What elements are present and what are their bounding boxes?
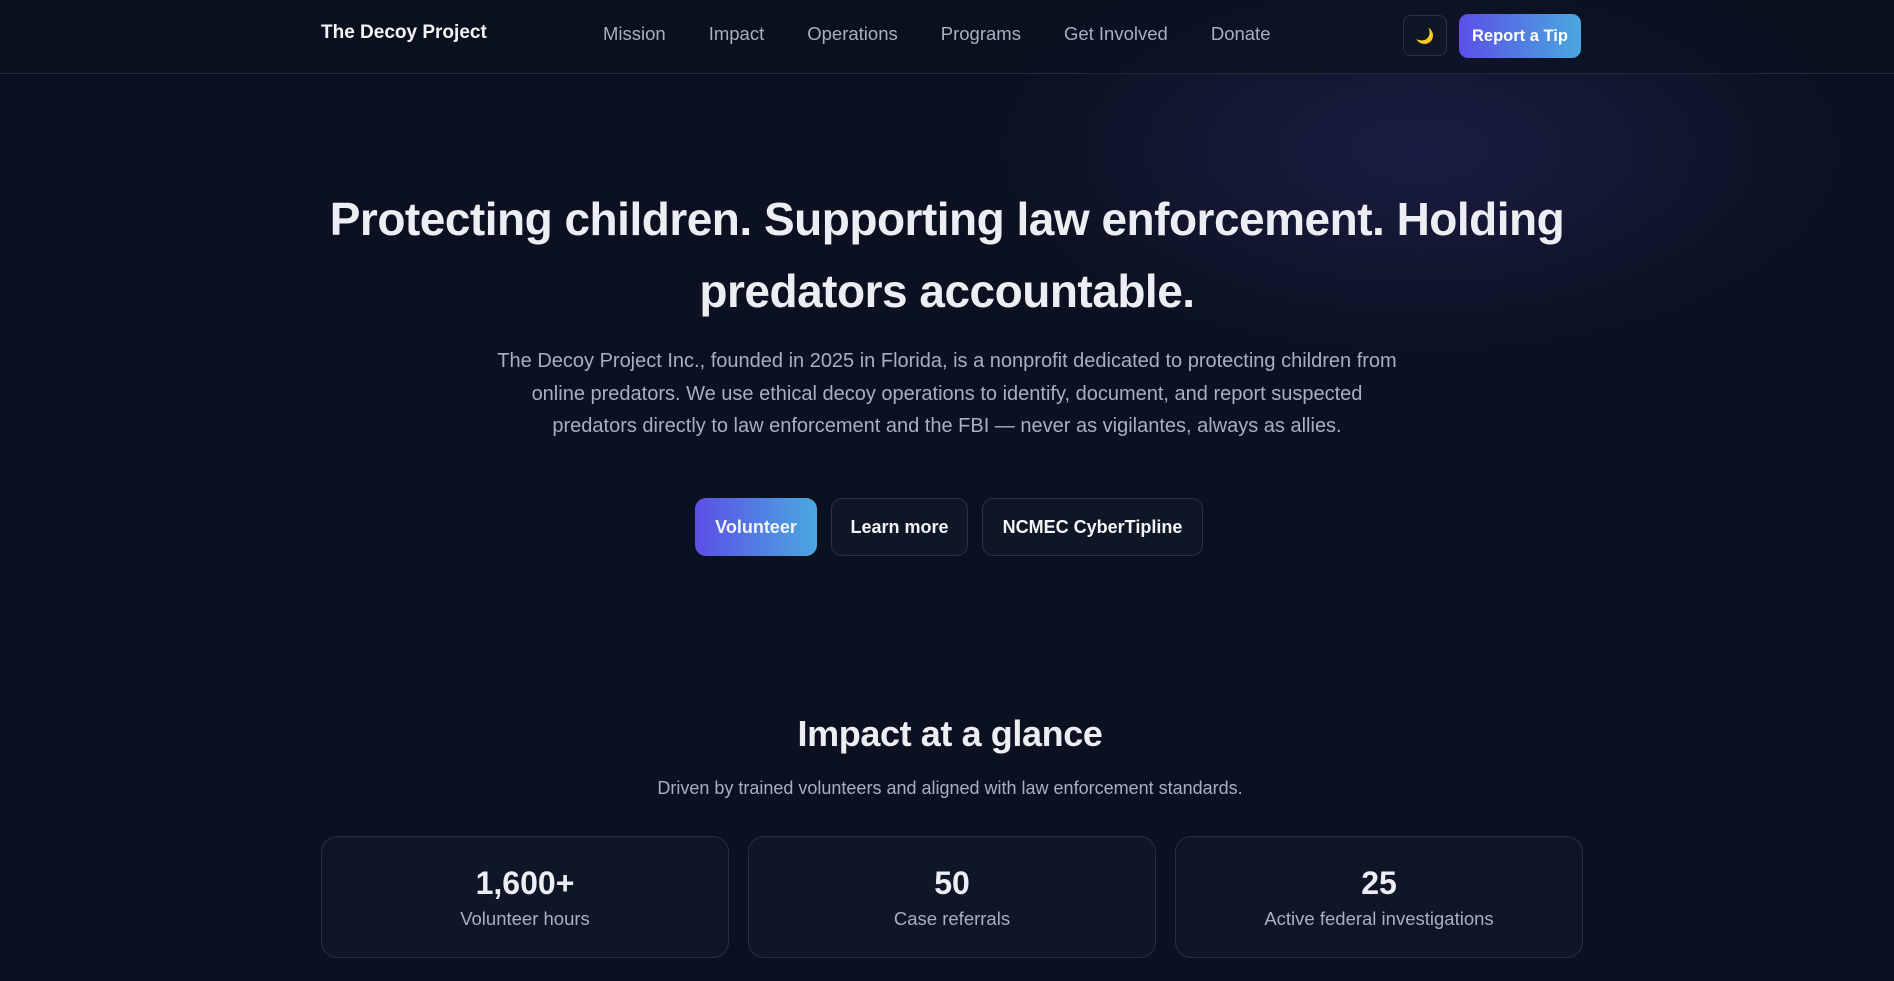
learn-more-button[interactable]: Learn more bbox=[831, 498, 968, 556]
impact-title: Impact at a glance bbox=[797, 713, 1103, 754]
impact-subtitle: Driven by trained volunteers and aligned… bbox=[657, 778, 1243, 798]
hero-title: Protecting children. Supporting law enfo… bbox=[329, 193, 1565, 317]
stat-label: Volunteer hours bbox=[460, 908, 590, 929]
theme-toggle-button[interactable]: 🌙 bbox=[1403, 15, 1447, 56]
page: The Decoy Project Mission Impact Operati… bbox=[0, 0, 1894, 981]
stat-value: 50 bbox=[934, 865, 970, 901]
impact-stats: 1,600+ Volunteer hours 50 Case referrals… bbox=[321, 836, 1583, 958]
nav-link-impact[interactable]: Impact bbox=[709, 23, 765, 45]
nav-link-donate[interactable]: Donate bbox=[1211, 23, 1271, 45]
stat-card-case-referrals: 50 Case referrals bbox=[748, 836, 1156, 958]
report-tip-button[interactable]: Report a Tip bbox=[1459, 14, 1581, 58]
stat-label: Active federal investigations bbox=[1264, 908, 1494, 929]
nav-link-get-involved[interactable]: Get Involved bbox=[1064, 23, 1168, 45]
brand-logo-text[interactable]: The Decoy Project bbox=[321, 22, 487, 44]
moon-icon: 🌙 bbox=[1415, 27, 1435, 45]
nav-link-programs[interactable]: Programs bbox=[941, 23, 1021, 45]
volunteer-button[interactable]: Volunteer bbox=[695, 498, 817, 556]
main-nav: Mission Impact Operations Programs Get I… bbox=[603, 23, 1313, 45]
nav-link-mission[interactable]: Mission bbox=[603, 23, 666, 45]
stat-value: 1,600+ bbox=[475, 865, 575, 901]
stat-card-federal-investigations: 25 Active federal investigations bbox=[1175, 836, 1583, 958]
ncmec-cybertipline-button[interactable]: NCMEC CyberTipline bbox=[982, 498, 1203, 556]
nav-link-operations[interactable]: Operations bbox=[807, 23, 898, 45]
stat-card-volunteer-hours: 1,600+ Volunteer hours bbox=[321, 836, 729, 958]
hero-description: The Decoy Project Inc., founded in 2025 … bbox=[497, 350, 1397, 437]
stat-value: 25 bbox=[1361, 865, 1397, 901]
stat-label: Case referrals bbox=[893, 908, 1011, 929]
hero-cta-row: Volunteer Learn more NCMEC CyberTipline bbox=[0, 498, 1894, 556]
top-navigation-bar: The Decoy Project Mission Impact Operati… bbox=[0, 0, 1894, 74]
